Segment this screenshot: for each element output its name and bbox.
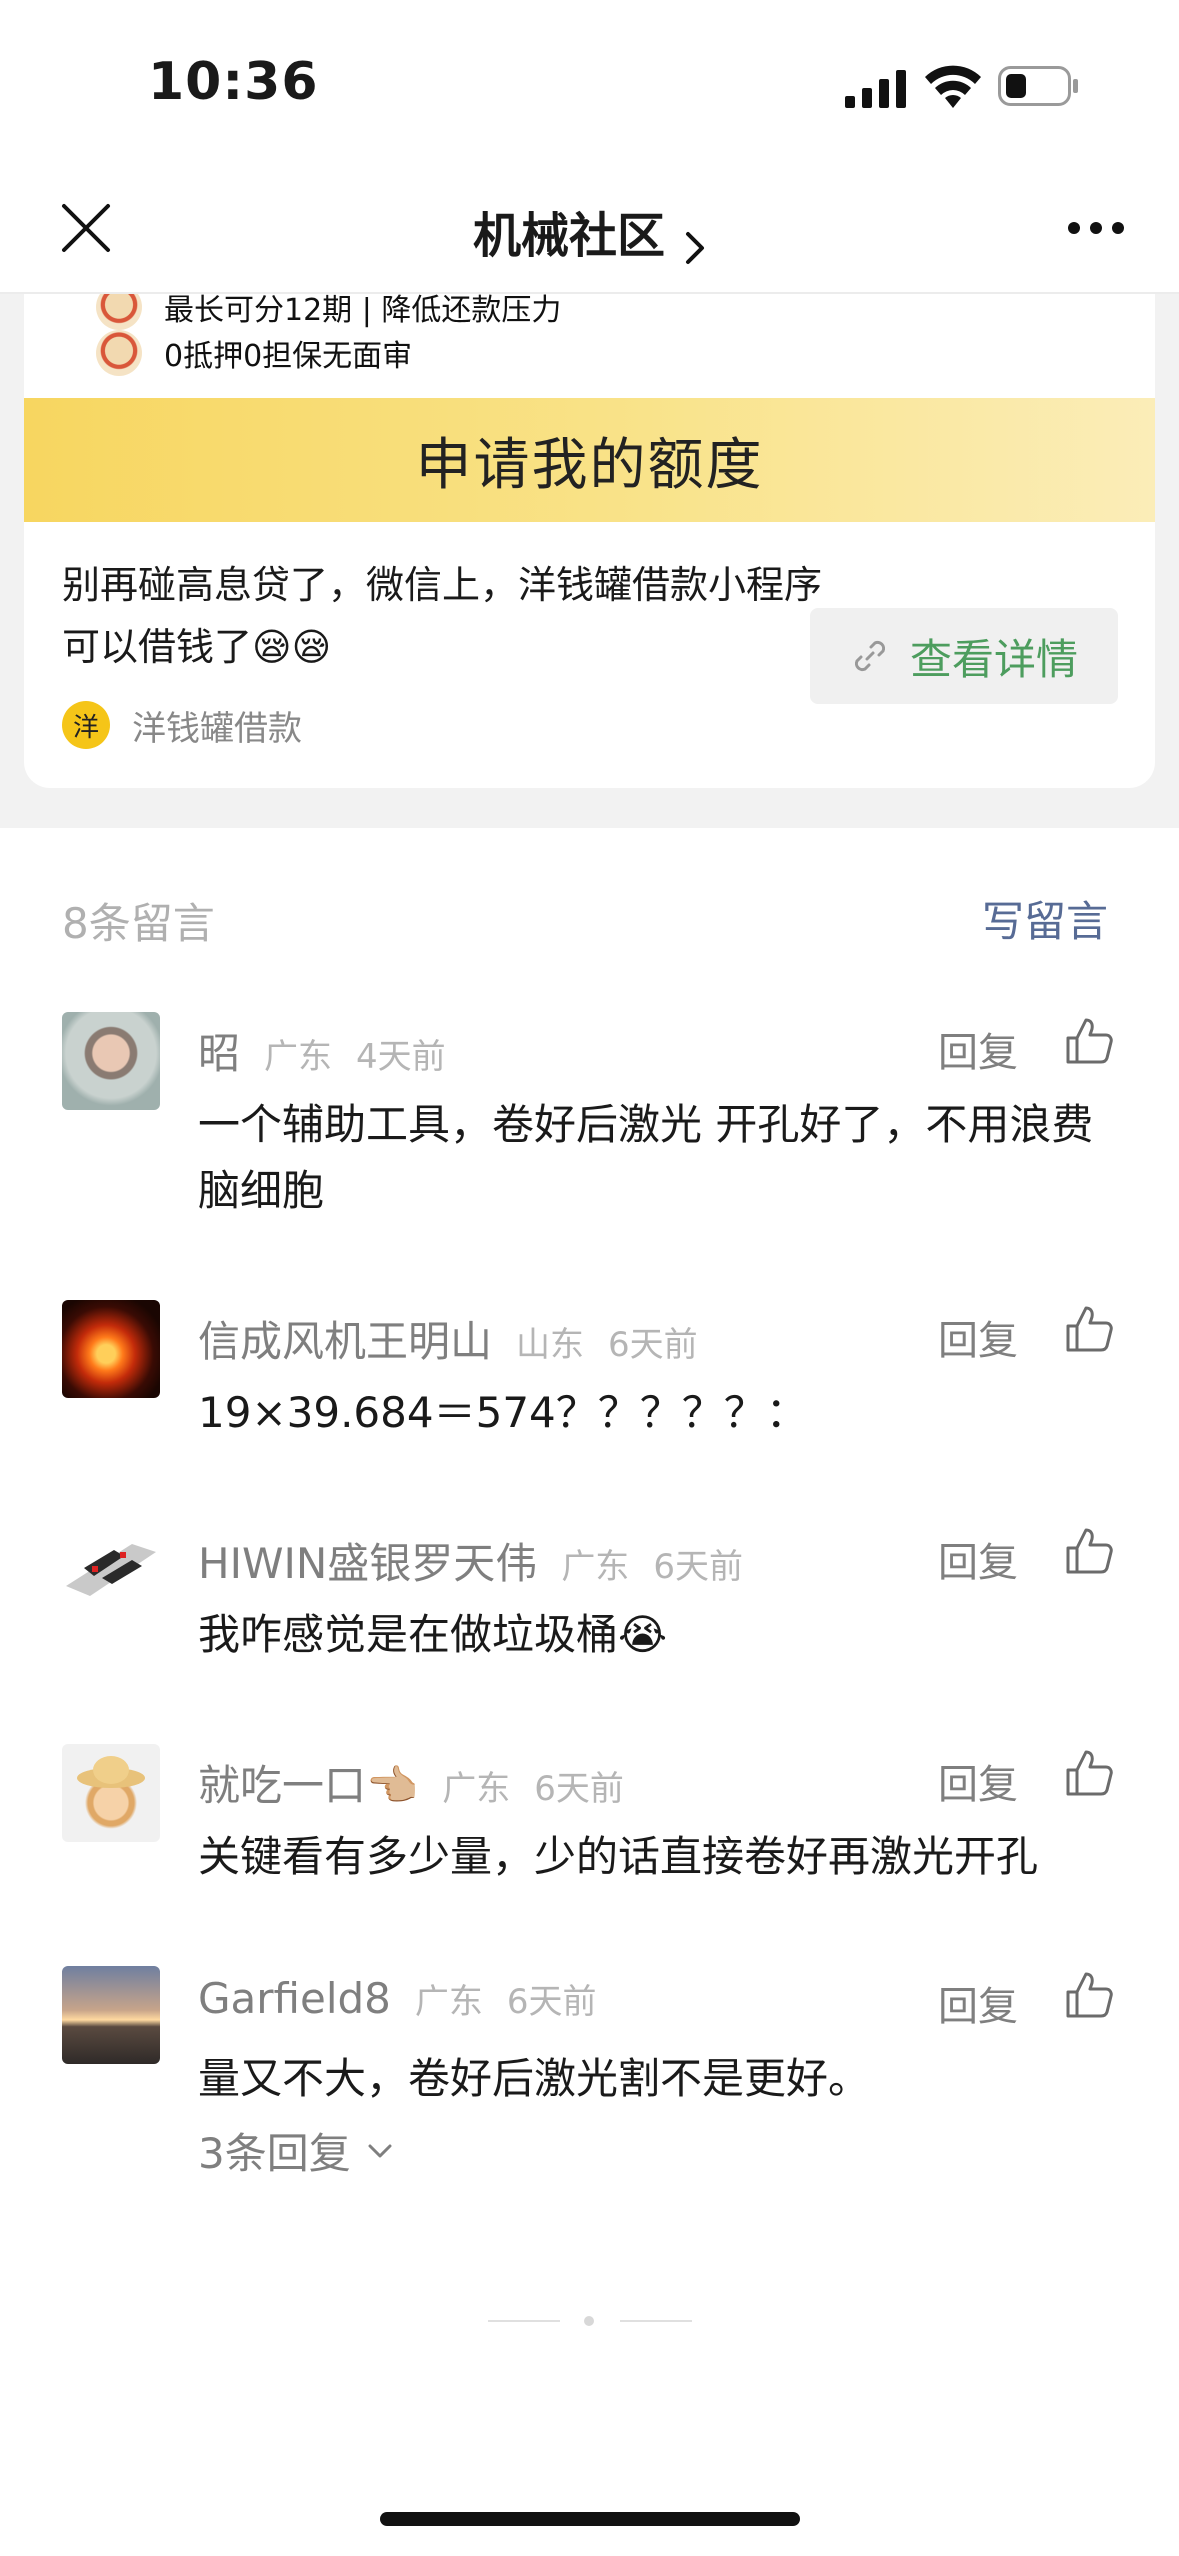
comment-location: 广东 [264, 1037, 333, 1077]
comment-text: 一个辅助工具，卷好后激光 开孔好了，不用浪费脑细胞 [198, 1100, 1094, 1215]
end-dot [584, 2316, 594, 2326]
avatar[interactable] [62, 1744, 160, 1842]
battery-low-icon [998, 66, 1078, 106]
cellular-signal-icon [845, 70, 906, 108]
expand-replies-button[interactable]: 3条回复 [198, 2120, 395, 2181]
reply-button[interactable]: 回复 [938, 1752, 1018, 1810]
more-dots-icon[interactable] [1066, 218, 1126, 238]
nav-title[interactable]: 机械社区 [473, 208, 665, 264]
comment-text: 量又不大，卷好后激光割不是更好。 [198, 2054, 871, 2103]
status-time: 10:36 [148, 52, 319, 112]
ad-body-text: 别再碰高息贷了，微信上，洋钱罐借款小程序可以借钱了😪😪 [62, 563, 823, 669]
comment-location: 广东 [442, 1769, 511, 1809]
link-icon [854, 640, 886, 672]
comment-header: 昭 广东 4天前 [198, 1020, 446, 1081]
comment-author[interactable]: HIWIN盛银罗天伟 [198, 1530, 537, 1591]
ad-banner[interactable]: 申请我的额度 [24, 398, 1155, 522]
comment-header: 就吃一口👈🏼 广东 6天前 [198, 1752, 624, 1813]
comment-header: 信成风机王明山 山东 6天前 [198, 1308, 698, 1369]
avatar[interactable] [62, 1012, 160, 1110]
comment-text: 我咋感觉是在做垃圾桶😭 [198, 1610, 668, 1659]
reply-button[interactable]: 回复 [938, 1530, 1018, 1588]
thumbs-up-icon[interactable] [1064, 1016, 1114, 1066]
wifi-icon [925, 65, 981, 108]
comment-location: 广东 [414, 1982, 483, 2022]
comment-time: 6天前 [608, 1325, 698, 1365]
ad-feature-text: 0抵押0担保无面审 [164, 339, 413, 374]
nav-title-area[interactable]: 机械社区 [0, 196, 1179, 266]
avatar[interactable] [62, 1522, 160, 1620]
ad-feature-row: 最长可分12期 | 降低还款压力 [96, 294, 561, 332]
coin-icon [96, 330, 142, 376]
reply-button[interactable]: 回复 [938, 1020, 1018, 1078]
reply-button[interactable]: 回复 [938, 1308, 1018, 1366]
comment-time: 6天前 [534, 1769, 624, 1809]
ad-source-name: 洋钱罐借款 [132, 708, 302, 749]
view-details-button[interactable]: 查看详情 [810, 608, 1118, 704]
comment-author[interactable]: Garfield8 [198, 1974, 391, 2023]
comment-location: 山东 [516, 1325, 585, 1365]
write-comment-button[interactable]: 写留言 [982, 888, 1108, 949]
linear-guide-icon [66, 1544, 156, 1596]
replies-count-label: 3条回复 [198, 2129, 351, 2178]
comment-header: HIWIN盛银罗天伟 广东 6天前 [198, 1530, 743, 1591]
chevron-down-icon [368, 2144, 392, 2157]
end-divider [488, 2320, 560, 2322]
thumbs-up-icon[interactable] [1064, 1304, 1114, 1354]
ad-source[interactable]: 洋 洋钱罐借款 [62, 700, 302, 750]
comment-header: Garfield8 广东 6天前 [198, 1974, 597, 2023]
comment-text: 关键看有多少量，少的话直接卷好再激光开孔 [198, 1832, 1039, 1881]
comment-time: 4天前 [356, 1037, 446, 1077]
comment-time: 6天前 [506, 1982, 597, 2022]
chevron-right-icon [686, 231, 705, 264]
ad-source-logo: 洋 [62, 701, 110, 749]
end-divider [620, 2320, 692, 2322]
comment-author[interactable]: 就吃一口👈🏼 [198, 1752, 418, 1813]
ad-banner-text: 申请我的额度 [415, 432, 764, 498]
view-details-label: 查看详情 [909, 634, 1078, 684]
ad-feature-text: 最长可分12期 | 降低还款压力 [164, 294, 562, 328]
ad-card[interactable]: 最长可分12期 | 降低还款压力 0抵押0担保无面审 申请我的额度 别再碰高息贷… [24, 294, 1155, 788]
cartoon-hat-icon [77, 1756, 145, 1788]
comment-author[interactable]: 信成风机王明山 [198, 1308, 492, 1369]
thumbs-up-icon[interactable] [1064, 1526, 1114, 1576]
reply-button[interactable]: 回复 [938, 1974, 1018, 2032]
comment-author[interactable]: 昭 [198, 1020, 240, 1081]
comment-text: 19×39.684＝574？？？？？： [198, 1388, 808, 1437]
avatar[interactable] [62, 1300, 160, 1398]
comment-time: 6天前 [653, 1547, 743, 1587]
coin-icon [96, 294, 142, 330]
home-indicator[interactable] [380, 2512, 800, 2526]
comments-count: 8条留言 [62, 899, 215, 948]
thumbs-up-icon[interactable] [1064, 1748, 1114, 1798]
ad-feature-row: 0抵押0担保无面审 [96, 328, 412, 378]
thumbs-up-icon[interactable] [1064, 1970, 1114, 2020]
avatar[interactable] [62, 1966, 160, 2064]
comment-location: 广东 [561, 1547, 630, 1587]
